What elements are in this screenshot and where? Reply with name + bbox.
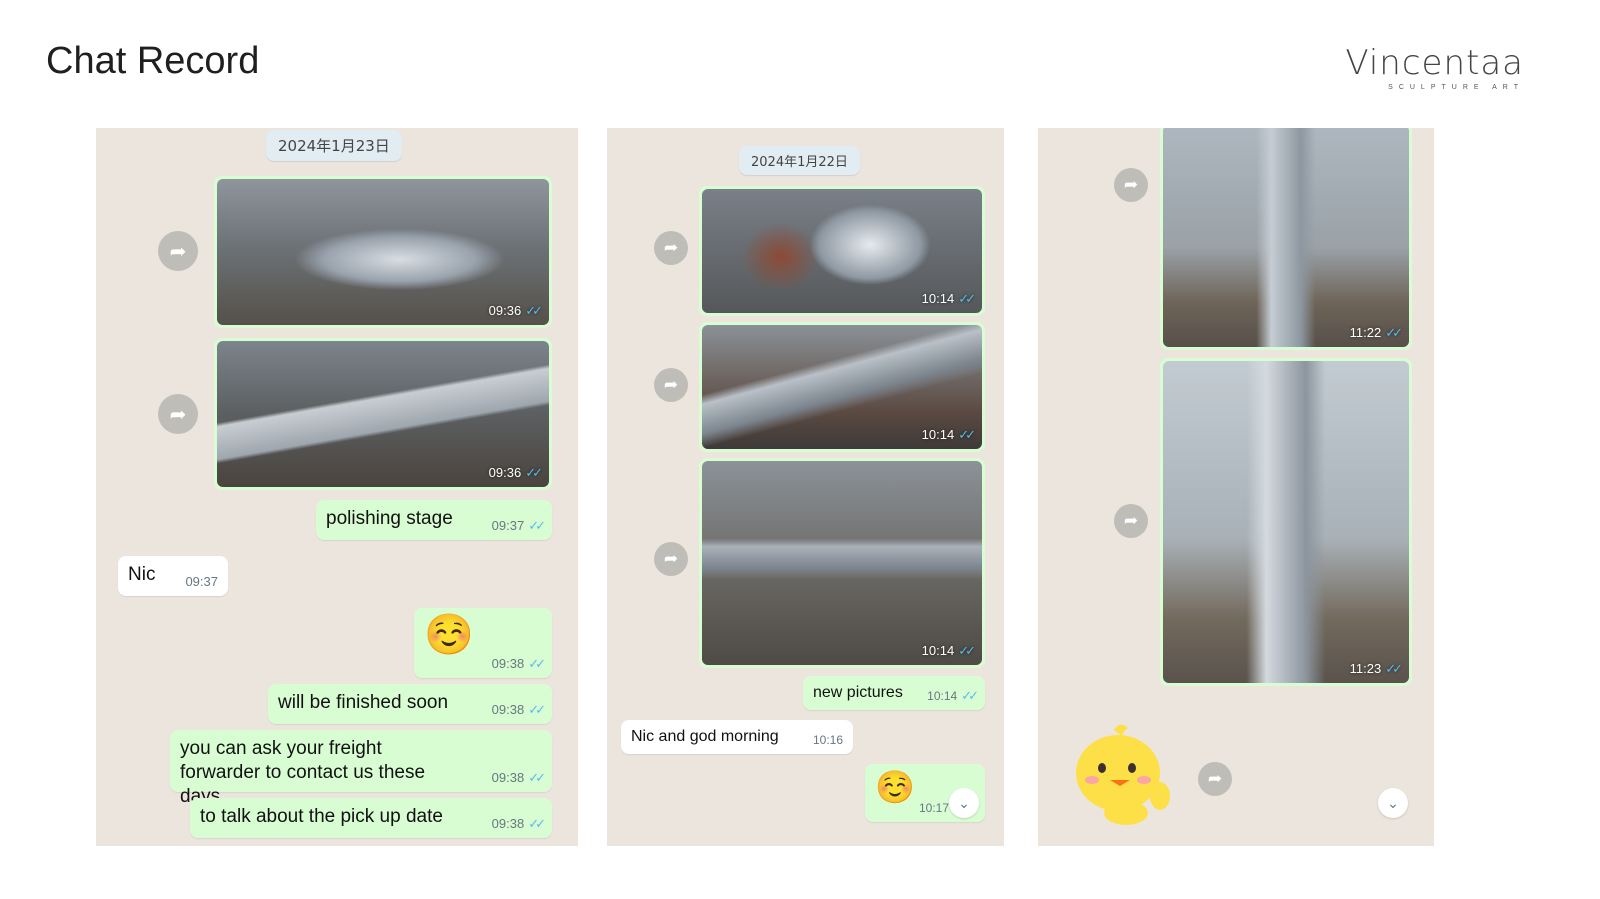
photo-message[interactable]: 10:14 ✓✓ [699,322,985,452]
photo-message[interactable]: 10:14 ✓✓ [699,186,985,316]
forward-arrow-icon[interactable]: ➦ [158,231,198,271]
message-time: 11:23 [1349,661,1382,676]
message-time: 10:17 [918,801,949,815]
message-time: 09:36 [488,465,522,480]
photo-message[interactable]: 10:14 ✓✓ [699,458,985,668]
message-time: 09:37 [185,573,218,589]
message-time: 09:38 [491,815,525,831]
sculpture-photo: 09:36 ✓✓ [217,341,549,487]
double-check-icon: ✓✓ [1385,325,1403,340]
sculpture-photo: 10:14 ✓✓ [702,325,982,449]
message-time: 10:16 [812,733,843,747]
message-time: 10:14 [927,688,958,703]
sculpture-photo: 11:23 ✓✓ [1163,361,1409,683]
forward-arrow-icon[interactable]: ➦ [654,542,688,576]
message-time: 10:14 [921,291,955,306]
duck-sticker[interactable] [1066,718,1176,828]
photo-message[interactable]: 11:23 ✓✓ [1160,358,1412,686]
forward-arrow-icon[interactable]: ➦ [1198,762,1232,796]
chat-screenshot-1: 2024年1月23日 ➦ 09:36 ✓✓ ➦ 09:36 ✓✓ polishing… [96,128,578,846]
photo-message[interactable]: 09:36 ✓✓ [214,176,552,328]
outgoing-message[interactable]: to talk about the pick up date 09:38 ✓✓ [190,798,552,838]
sculpture-photo: 09:36 ✓✓ [217,179,549,325]
message-time: 09:36 [488,303,522,318]
chevron-double-down-icon[interactable]: ⌄ [1378,788,1408,818]
brand-subtitle: SCULPTURE ART [1388,84,1524,91]
message-time: 10:14 [921,643,955,658]
message-time: 09:37 [491,517,525,533]
double-check-icon: ✓✓ [528,517,546,533]
message-time: 10:14 [921,427,955,442]
sculpture-photo: 10:14 ✓✓ [702,189,982,313]
brand-name: Vincentaa [1345,43,1524,83]
message-time: 09:38 [491,701,525,717]
message-time: 09:38 [491,655,525,671]
outgoing-message[interactable]: will be finished soon 09:38 ✓✓ [268,684,552,724]
outgoing-message[interactable]: ☺️ 09:38 ✓✓ [414,608,552,678]
double-check-icon: ✓✓ [525,465,543,480]
page-title: Chat Record [46,40,260,82]
double-check-icon: ✓✓ [528,655,546,671]
sculpture-photo: 10:14 ✓✓ [702,461,982,665]
double-check-icon: ✓✓ [525,303,543,318]
date-divider: 2024年1月22日 [739,146,860,175]
sculpture-photo: 11:22 ✓✓ [1163,128,1409,347]
photo-message[interactable]: 09:36 ✓✓ [214,338,552,490]
double-check-icon: ✓✓ [958,427,976,442]
double-check-icon: ✓✓ [528,769,546,785]
forward-arrow-icon[interactable]: ➦ [654,368,688,402]
message-text: Nic and god morning [631,728,779,745]
chat-screenshot-3: ➦ 11:22 ✓✓ ➦ 11:23 ✓✓ ➦ ⌄ [1038,128,1434,846]
date-divider: 2024年1月23日 [266,130,402,161]
double-check-icon: ✓✓ [958,291,976,306]
double-check-icon: ✓✓ [958,643,976,658]
outgoing-message[interactable]: you can ask your freight forwarder to co… [170,730,552,807]
photo-message[interactable]: 11:22 ✓✓ [1160,128,1412,350]
outgoing-message[interactable]: polishing stage 09:37 ✓✓ [316,500,552,540]
double-check-icon: ✓✓ [961,687,979,703]
forward-arrow-icon[interactable]: ➦ [158,394,198,434]
chat-screenshot-2: 2024年1月22日 ➦ 10:14 ✓✓ ➦ 10:14 ✓✓ ➦ 10:14 ✓✓… [607,128,1004,846]
forward-arrow-icon[interactable]: ➦ [1114,168,1148,202]
double-check-icon: ✓✓ [1385,661,1403,676]
incoming-message[interactable]: Nic and god morning 10:16 [621,720,853,754]
double-check-icon: ✓✓ [528,815,546,831]
smiling-face-emoji: ☺️ [424,613,474,657]
incoming-message[interactable]: Nic 09:37 [118,556,228,596]
forward-arrow-icon[interactable]: ➦ [654,231,688,265]
message-time: 09:38 [491,769,525,785]
chevron-double-down-icon[interactable]: ⌄ [949,788,979,818]
double-check-icon: ✓✓ [528,701,546,717]
forward-arrow-icon[interactable]: ➦ [1114,504,1148,538]
message-time: 11:22 [1349,325,1382,340]
outgoing-message[interactable]: new pictures 10:14 ✓✓ [803,676,985,710]
brand-logo: Vincentaa SCULPTURE ART [1345,46,1524,91]
